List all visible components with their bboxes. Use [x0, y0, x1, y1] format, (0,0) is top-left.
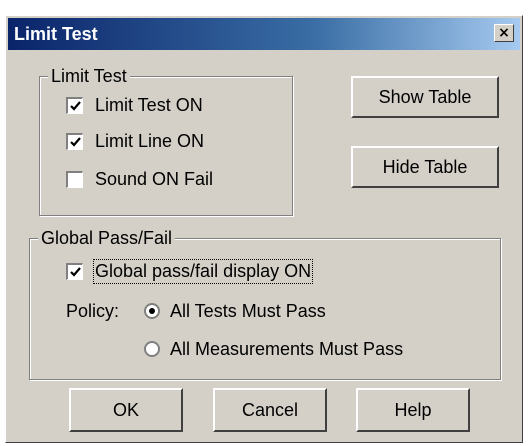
checkbox-box[interactable]: [66, 170, 83, 188]
checkmark-icon: [70, 136, 81, 147]
show-table-label: Show Table: [378, 86, 472, 107]
limit-test-group: Limit Test Limit Test ON Limit Line ON S…: [39, 65, 293, 216]
hide-table-label: Hide Table: [382, 156, 468, 177]
limit-test-group-label: Limit Test: [48, 65, 130, 87]
radio-button[interactable]: [144, 303, 160, 319]
checkmark-icon: [70, 266, 81, 277]
all-tests-must-pass-radio[interactable]: All Tests Must Pass: [144, 299, 326, 323]
limit-line-on-label: Limit Line ON: [95, 130, 205, 151]
help-label: Help: [394, 399, 432, 420]
ok-button[interactable]: OK: [69, 388, 183, 432]
cancel-button[interactable]: Cancel: [213, 388, 327, 432]
global-display-label: Global pass/fail display ON: [92, 258, 314, 284]
title-bar: Limit Test ×: [8, 18, 520, 50]
radio-button[interactable]: [144, 341, 160, 357]
all-tests-label: All Tests Must Pass: [170, 300, 326, 321]
all-measurements-label: All Measurements Must Pass: [170, 338, 404, 359]
hide-table-button[interactable]: Hide Table: [351, 146, 499, 188]
ok-label: OK: [112, 399, 139, 420]
close-button[interactable]: ×: [494, 24, 514, 42]
sound-on-fail-checkbox[interactable]: Sound ON Fail: [66, 167, 213, 191]
limit-test-on-checkbox[interactable]: Limit Test ON: [66, 93, 203, 117]
cancel-label: Cancel: [241, 399, 299, 420]
limit-line-on-checkbox[interactable]: Limit Line ON: [66, 129, 204, 153]
radio-selected-dot: [149, 308, 155, 314]
dialog-title: Limit Test: [14, 24, 98, 44]
policy-label: Policy:: [66, 301, 120, 321]
checkbox-box[interactable]: [66, 132, 83, 150]
checkbox-box[interactable]: [66, 262, 83, 280]
show-table-button[interactable]: Show Table: [351, 76, 499, 118]
help-button[interactable]: Help: [356, 388, 470, 432]
global-pass-fail-group-label: Global Pass/Fail: [38, 227, 176, 249]
global-display-checkbox[interactable]: Global pass/fail display ON: [66, 258, 314, 284]
all-measurements-must-pass-radio[interactable]: All Measurements Must Pass: [144, 337, 403, 361]
checkbox-box[interactable]: [66, 96, 83, 114]
global-pass-fail-group: Global Pass/Fail Global pass/fail displa…: [29, 227, 501, 380]
checkmark-icon: [70, 100, 81, 111]
sound-on-fail-label: Sound ON Fail: [95, 168, 214, 189]
limit-test-on-label: Limit Test ON: [95, 94, 203, 115]
close-icon: ×: [498, 25, 510, 41]
limit-test-dialog: Limit Test × Limit Test Limit Test ON Li…: [5, 15, 523, 443]
